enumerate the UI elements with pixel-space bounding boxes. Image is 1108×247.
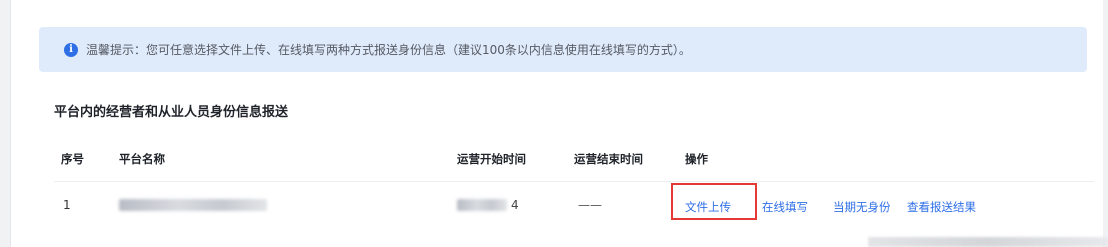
start-time-suffix: 4 (511, 198, 519, 212)
no-identity-link[interactable]: 当期无身份 (833, 199, 891, 215)
column-header-actions: 操作 (685, 152, 708, 166)
highlight-box (671, 183, 757, 220)
end-time-value: —— (578, 198, 602, 212)
row-index: 1 (63, 198, 71, 212)
table-divider (54, 181, 1094, 182)
online-fill-link[interactable]: 在线填写 (762, 199, 808, 215)
watermark-strip (868, 237, 1108, 247)
info-icon: i (64, 42, 78, 57)
notice-banner: i 温馨提示：您可任意选择文件上传、在线填写两种方式报送身份信息（建议100条以… (39, 27, 1087, 72)
content-card: i 温馨提示：您可任意选择文件上传、在线填写两种方式报送身份信息（建议100条以… (10, 0, 1103, 247)
column-header-start-time: 运营开始时间 (457, 152, 526, 166)
column-header-platform-name: 平台名称 (119, 152, 165, 166)
view-result-link[interactable]: 查看报送结果 (907, 199, 976, 215)
notice-text: 温馨提示：您可任意选择文件上传、在线填写两种方式报送身份信息（建议100条以内信… (86, 43, 691, 57)
section-title: 平台内的经营者和从业人员身份信息报送 (54, 105, 289, 120)
start-time-redacted (457, 199, 507, 211)
column-header-end-time: 运营结束时间 (574, 152, 643, 166)
column-header-index: 序号 (61, 152, 84, 166)
platform-name-redacted (119, 199, 267, 211)
